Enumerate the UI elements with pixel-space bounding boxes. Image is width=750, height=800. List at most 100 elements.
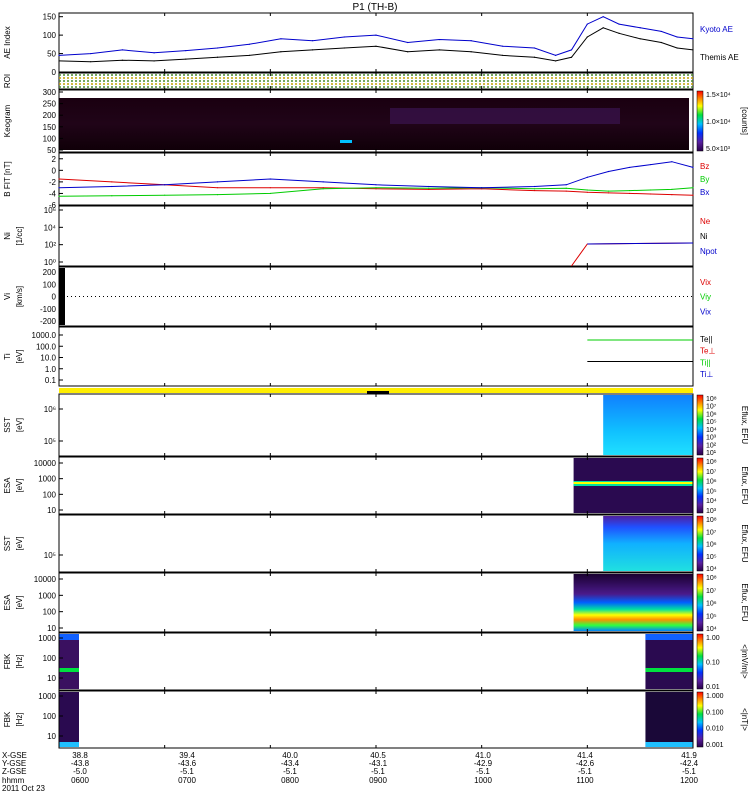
panel-frame-0 [58, 12, 694, 73]
fbk-e-right-band [645, 668, 693, 672]
series-point-3-1-12 [607, 190, 610, 192]
multi-panel-plot: P1 (TH-B)AE Index150100500Kyoto AEThemis… [3, 2, 749, 749]
colorbar-12 [696, 633, 704, 690]
ytick-label-3-0: 2 [52, 155, 57, 164]
ytick-label-4-3: 10⁰ [44, 258, 56, 267]
colorbar-tick-9-4: 10⁴ [706, 498, 717, 505]
series-point-3-0-8 [481, 188, 483, 190]
ylabel-9: ESA [3, 477, 12, 494]
ytick-label-9-3: 10 [47, 506, 56, 515]
series-point-0-0-9 [343, 36, 345, 38]
time-axis-footer: X-GSE Y-GSE Z-GSE hhmm 38.8 -43.8 -5.0 0… [2, 751, 748, 800]
series-point-3-1-14 [650, 189, 652, 191]
ytick-label-0-1: 100 [43, 31, 57, 40]
series-line-0-0 [58, 16, 694, 56]
series-point-0-1-5 [216, 56, 219, 58]
ytick-label-5-2: 0 [52, 293, 57, 302]
legend-4-1: Ni [700, 232, 708, 241]
series-point-0-0-12 [438, 38, 440, 41]
ylabel-8: SST [3, 417, 12, 433]
colorbar-label-2: [counts] [740, 107, 749, 135]
ylabel-10: SST [3, 536, 12, 552]
esa-band-core [573, 482, 693, 484]
series-point-0-1-12 [438, 49, 440, 51]
panel-frame-4 [58, 205, 694, 267]
footer-header-labels: X-GSE Y-GSE Z-GSE hhmm [2, 751, 27, 785]
ytick-label-2-1: 250 [43, 100, 57, 109]
series-point-0-0-6 [248, 43, 250, 45]
series-point-3-0-11 [586, 191, 588, 193]
ylabel-12: FBK [3, 653, 12, 669]
series-point-0-0-7 [280, 38, 282, 40]
colorbar-13 [696, 691, 704, 748]
yunit-11: [eV] [15, 595, 24, 609]
ylabel-4: Ni [3, 232, 12, 240]
series-point-0-1-11 [407, 51, 409, 53]
legend-3-1: By [700, 175, 709, 184]
legend-6-0: Te|| [700, 335, 713, 344]
fbk-e-left-band [59, 668, 79, 672]
ytick-label-8-1: 10⁵ [44, 437, 56, 446]
series-point-3-1-5 [322, 188, 324, 190]
series-point-0-1-10 [375, 45, 377, 47]
ytick-label-9-2: 100 [43, 490, 57, 499]
ytick-label-6-0: 1000.0 [32, 331, 57, 340]
ytick-label-4-2: 10² [44, 241, 56, 250]
keogram-aurora [390, 108, 620, 124]
colorbar-tick-11-2: 10⁶ [706, 601, 717, 608]
series-point-3-0-13 [629, 192, 631, 195]
ytick-label-12-1: 100 [43, 654, 57, 663]
ytick-label-11-2: 100 [43, 608, 57, 617]
legend-3-0: Bz [700, 162, 709, 171]
ytick-label-11-1: 1000 [38, 591, 56, 600]
yunit-4: [1/cc] [15, 226, 24, 245]
series-point-0-0-0 [58, 54, 60, 57]
keogram-feature [340, 140, 352, 143]
sst-spectrogram [603, 395, 693, 455]
series-point-0-1-3 [153, 60, 155, 62]
colorbar-tick-11-1: 10⁷ [706, 588, 717, 595]
colorbar-tick-10-2: 10⁶ [706, 542, 717, 549]
colorbar-tick-8-3: 10⁵ [706, 419, 717, 426]
colorbar-tick-13-1: 0.100 [706, 709, 724, 716]
colorbar-tick-12-1: 0.10 [706, 660, 720, 667]
series-point-3-2-15 [671, 161, 673, 163]
yunit-10: [eV] [15, 536, 24, 550]
ytick-label-13-1: 100 [43, 712, 57, 721]
series-point-3-2-14 [650, 163, 652, 166]
series-point-0-0-16 [555, 54, 557, 57]
series-point-3-2-11 [586, 176, 588, 178]
ylabel-11: ESA [3, 594, 12, 611]
yunit-9: [eV] [15, 478, 24, 492]
ytick-label-9-1: 1000 [38, 475, 56, 484]
colorbar-tick-11-0: 10⁸ [706, 575, 717, 582]
ytick-label-5-0: 200 [43, 268, 57, 277]
ylabel-6: Ti [3, 353, 12, 360]
series-point-0-1-9 [343, 47, 345, 49]
footer-col-2: 40.0 -43.4 -5.1 0800 [280, 751, 300, 785]
series-point-0-0-1 [90, 52, 92, 55]
colorbar-tick-2-2: 5.0×10³ [706, 146, 731, 153]
series-point-0-1-8 [312, 49, 314, 51]
series-point-0-1-6 [248, 54, 250, 57]
ytick-label-3-3: -4 [49, 189, 57, 198]
colorbar-tick-12-0: 1.00 [706, 635, 720, 642]
colorbar-tick-8-2: 10⁶ [706, 411, 717, 418]
ytick-label-13-0: 1000 [38, 692, 56, 701]
colorbar-tick-13-0: 1.000 [706, 693, 724, 700]
panel-frame-3 [58, 152, 694, 206]
legend-5-1: Viy [700, 293, 711, 302]
panel-frame-8 [58, 393, 694, 457]
colorbar-tick-9-1: 10⁷ [706, 469, 717, 476]
series-point-3-2-0 [58, 187, 60, 189]
fbk-e-right [645, 634, 693, 689]
series-point-3-2-16 [692, 166, 694, 169]
colorbar-tick-8-5: 10³ [706, 435, 717, 442]
series-point-0-0-2 [121, 49, 123, 51]
series-point-0-1-2 [121, 59, 123, 61]
colorbar-11 [696, 573, 704, 632]
ytick-label-12-0: 1000 [38, 634, 56, 643]
footer-date: 2011 Oct 23 [2, 784, 45, 793]
series-point-0-0-4 [185, 50, 187, 52]
colorbar-tick-10-3: 10⁵ [706, 554, 717, 561]
